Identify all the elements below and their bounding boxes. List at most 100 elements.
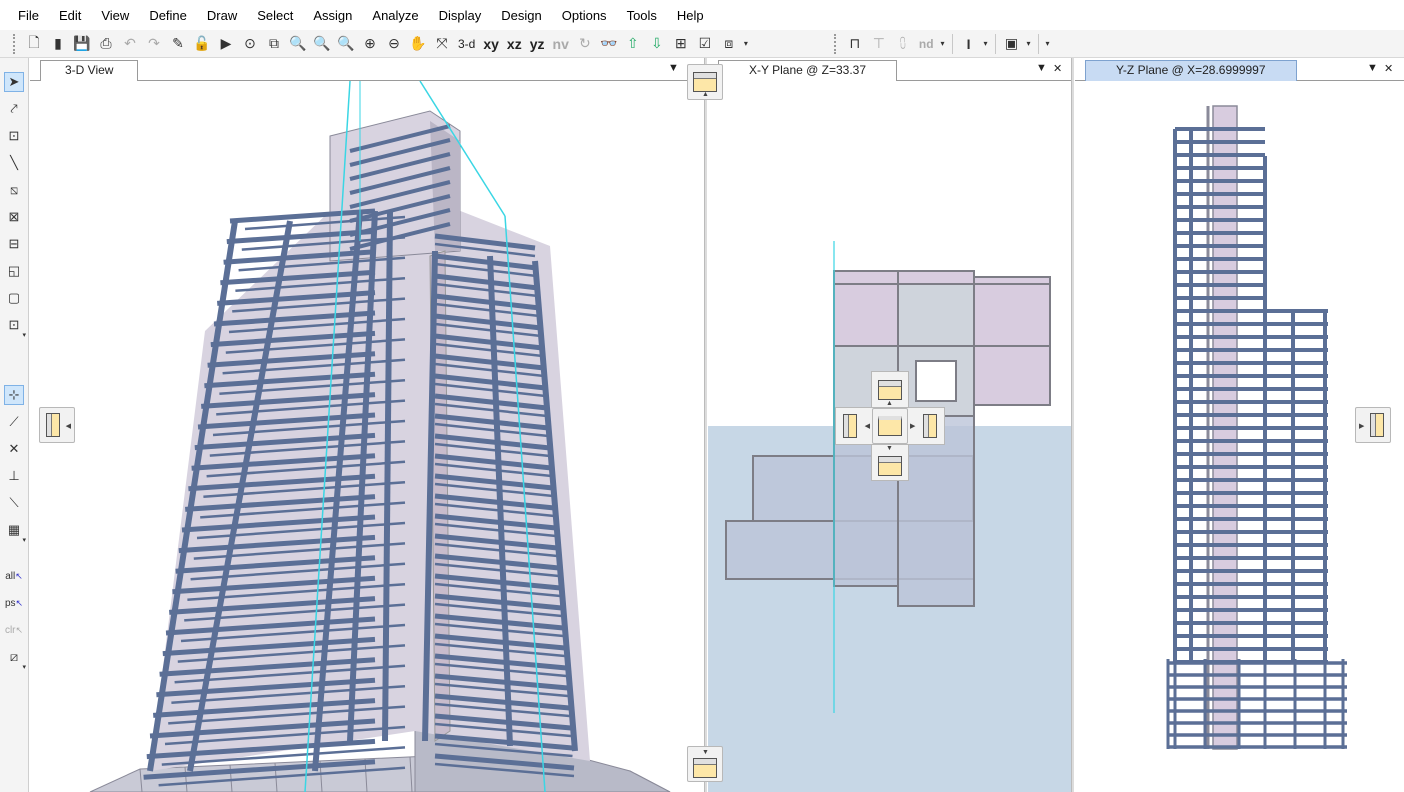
rotate-3d-icon[interactable]: ↻ xyxy=(573,33,597,55)
dock-center-bottom[interactable]: ▼ xyxy=(872,444,908,480)
tab-3d-view[interactable]: 3-D View xyxy=(40,60,139,81)
snap-intersection-icon[interactable]: ✕ xyxy=(4,439,24,459)
run-analysis-icon[interactable]: ▶ xyxy=(214,33,238,55)
section-icon[interactable]: I xyxy=(957,33,981,55)
pointer-icon[interactable]: ➤ xyxy=(4,72,24,92)
chevron-down-icon[interactable]: ▼ xyxy=(668,62,679,74)
pan-hand-icon[interactable]: ✋ xyxy=(406,33,430,55)
menu-help[interactable]: Help xyxy=(667,8,714,23)
menu-assign[interactable]: Assign xyxy=(303,8,362,23)
snap-grid-icon[interactable]: ▦ ▾ xyxy=(4,520,26,544)
zoom-out-icon[interactable]: ⊖ xyxy=(382,33,406,55)
menu-display[interactable]: Display xyxy=(429,8,492,23)
move-down-icon[interactable]: ⇩ xyxy=(645,33,669,55)
menu-options[interactable]: Options xyxy=(552,8,617,23)
snap-ends-icon[interactable]: ⟋ xyxy=(4,412,24,432)
glasses-icon[interactable]: 👓 xyxy=(597,33,621,55)
brace-icon[interactable]: ⊤ xyxy=(867,33,891,55)
pane-splitter[interactable] xyxy=(704,58,707,792)
redo-icon[interactable]: ↷ xyxy=(142,33,166,55)
frame-icon[interactable]: ⊓ xyxy=(843,33,867,55)
draw-area-icon[interactable]: ◱ xyxy=(4,261,24,281)
zoom-window-icon[interactable]: 🔍 xyxy=(286,33,310,55)
open-file-icon[interactable]: ▮ xyxy=(46,33,70,55)
zoom-in-icon[interactable]: ⊕ xyxy=(358,33,382,55)
menu-file[interactable]: File xyxy=(8,8,49,23)
view-yz-button[interactable]: yz xyxy=(526,33,549,55)
chevron-down-icon[interactable]: ▼ xyxy=(1367,62,1378,74)
view-3d-button[interactable]: 3-d xyxy=(454,33,479,55)
pencil-icon[interactable]: ✎ xyxy=(166,33,190,55)
menu-edit[interactable]: Edit xyxy=(49,8,91,23)
draw-joint-icon[interactable]: ⊡ xyxy=(4,126,24,146)
close-icon[interactable]: ✕ xyxy=(1384,62,1393,75)
tab-xy-plane[interactable]: X-Y Plane @ Z=33.37 xyxy=(718,60,898,81)
menu-select[interactable]: Select xyxy=(247,8,303,23)
dock-window-icon xyxy=(46,413,60,437)
quick-frame-icon[interactable]: ⧅ xyxy=(4,180,24,200)
undo-icon[interactable]: ↶ xyxy=(118,33,142,55)
area-section-icon[interactable]: ▣ xyxy=(1000,33,1024,55)
quick-brace-icon[interactable]: ⊠ xyxy=(4,207,24,227)
dock-right-indicator[interactable]: ▶ xyxy=(1355,407,1391,443)
print-icon[interactable]: ⎙ xyxy=(94,33,118,55)
dock-center-right[interactable]: ▶ xyxy=(908,408,944,444)
canvas-3d[interactable] xyxy=(30,81,704,792)
rotate-icon[interactable]: ⤧ xyxy=(430,33,454,55)
menu-define[interactable]: Define xyxy=(139,8,197,23)
menu-design[interactable]: Design xyxy=(491,8,551,23)
multi-frame-icon[interactable]: ⩇ xyxy=(891,33,915,55)
menu-view[interactable]: View xyxy=(91,8,139,23)
set-building-view-icon[interactable]: ⧈ xyxy=(717,33,741,55)
quick-area-icon[interactable]: ⊡ ▾ xyxy=(4,315,26,339)
new-file-icon[interactable]: 🗋 xyxy=(22,33,46,55)
save-icon[interactable]: 💾 xyxy=(70,33,94,55)
draw-rect-area-icon[interactable]: ▢ xyxy=(4,288,24,308)
zoom-default-icon[interactable]: 🔍 xyxy=(334,33,358,55)
toolbar-grip[interactable] xyxy=(833,33,840,54)
object-shrink-icon[interactable]: ⊞ xyxy=(669,33,693,55)
dropdown-icon[interactable]: ▾ xyxy=(1024,33,1034,55)
tab-yz-plane[interactable]: Y-Z Plane @ X=28.6999997 xyxy=(1085,60,1297,81)
menu-draw[interactable]: Draw xyxy=(197,8,247,23)
chevron-down-icon[interactable]: ▼ xyxy=(1036,62,1047,74)
dock-bottom-indicator[interactable]: ▼ xyxy=(687,746,723,782)
dock-center-top[interactable]: ▲ xyxy=(872,372,908,408)
toolbar-grip[interactable] xyxy=(13,33,19,54)
dock-center-left[interactable]: ◀ xyxy=(836,408,872,444)
zoom-restore-icon[interactable]: 🔍 xyxy=(310,33,334,55)
arrow-up-icon: ▲ xyxy=(886,400,893,407)
model-explorer-icon[interactable]: ⧉ xyxy=(262,33,286,55)
dock-top-indicator[interactable]: ▲ xyxy=(687,64,723,100)
pane-splitter[interactable] xyxy=(1071,58,1074,792)
dock-center-tab[interactable] xyxy=(872,408,908,444)
previous-selection-button[interactable]: ps ↖ xyxy=(4,593,24,613)
menu-tools[interactable]: Tools xyxy=(617,8,667,23)
clear-selection-button[interactable]: clr ↖ xyxy=(4,620,24,640)
dropdown-icon[interactable]: ▾ xyxy=(1043,33,1053,55)
quick-secondary-icon[interactable]: ⊟ xyxy=(4,234,24,254)
snap-lines-icon[interactable]: ⟍ xyxy=(4,493,24,513)
toolbar-separator xyxy=(994,33,996,54)
select-all-button[interactable]: all ↖ xyxy=(4,566,24,586)
select-intersect-icon[interactable]: ⧄ ▾ xyxy=(4,647,26,671)
toolbar-separator xyxy=(951,33,953,54)
snap-perpendicular-icon[interactable]: ⊥ xyxy=(4,466,24,486)
set-display-options-icon[interactable]: ☑ xyxy=(693,33,717,55)
view-xz-button[interactable]: xz xyxy=(503,33,526,55)
snap-points-icon[interactable]: ⊹ xyxy=(4,385,24,405)
view-nv-button[interactable]: nv xyxy=(549,33,573,55)
view-xy-button[interactable]: xy xyxy=(479,33,503,55)
close-icon[interactable]: ✕ xyxy=(1053,62,1062,75)
dropdown-icon[interactable]: ▾ xyxy=(741,33,751,55)
move-up-icon[interactable]: ⇧ xyxy=(621,33,645,55)
dropdown-icon[interactable]: ▾ xyxy=(938,33,948,55)
dropdown-icon[interactable]: ▾ xyxy=(981,33,991,55)
menu-analyze[interactable]: Analyze xyxy=(362,8,428,23)
lock-icon[interactable]: 🔓 xyxy=(190,33,214,55)
run-step-icon[interactable]: ⊙ xyxy=(238,33,262,55)
draw-frame-icon[interactable]: ╲ xyxy=(4,153,24,173)
reshape-icon[interactable]: ⤤ xyxy=(4,99,24,119)
nd-button[interactable]: nd xyxy=(915,33,938,55)
dock-left-indicator[interactable]: ◀ xyxy=(39,407,75,443)
